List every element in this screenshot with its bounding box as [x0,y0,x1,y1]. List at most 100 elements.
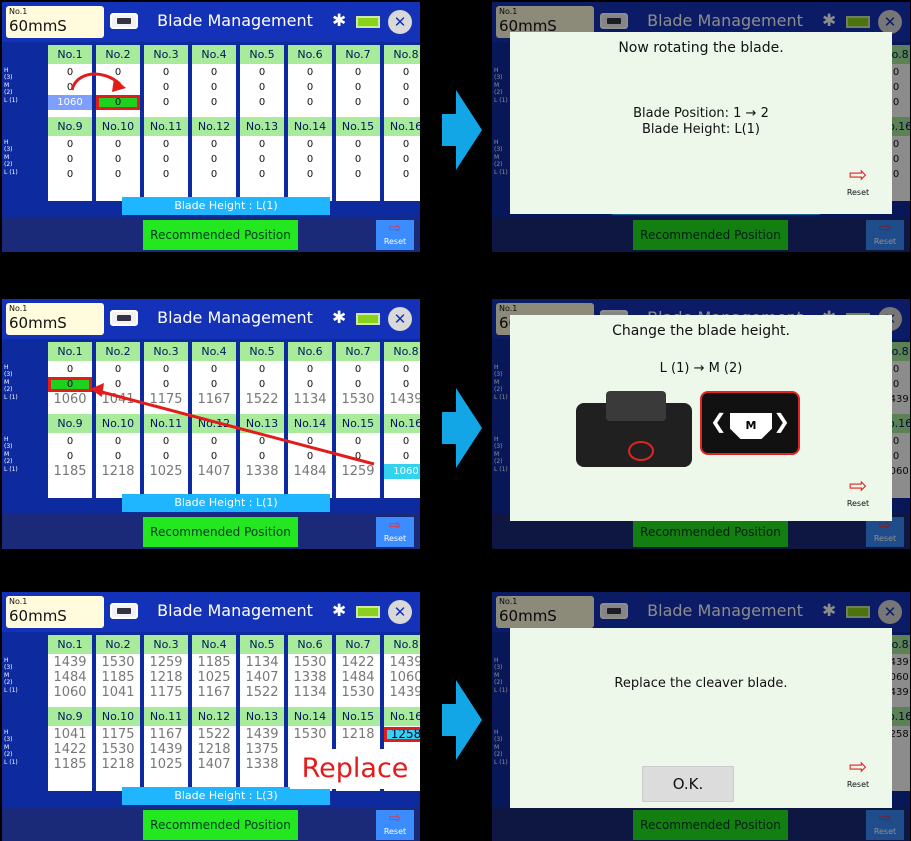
row-label: L (1) [4,759,18,766]
column-header: No.8 [384,635,420,654]
blade-cell[interactable]: 1134 [288,685,332,700]
reset-label: Reset [383,827,407,836]
blade-position: Blade Position: 1 → 2 [633,106,769,121]
row-label: L (1) [4,687,18,694]
panel-2: No.160mmSBlade Management✱✕No.1000No.200… [492,2,910,252]
blade-cell[interactable]: 1175 [144,685,188,700]
blade-cell[interactable]: 1259 [144,655,188,670]
blade-cell[interactable]: 1025 [144,757,188,772]
blade-cell[interactable]: 1338 [240,757,284,772]
blade-cell[interactable]: 1025 [192,670,236,685]
blade-cell[interactable]: 1522 [192,727,236,742]
page-title: Blade Management [157,601,313,620]
blade-cell[interactable]: 1218 [144,670,188,685]
reset-label: Reset [846,188,870,197]
blade-cell[interactable]: 1338 [288,670,332,685]
blade-management-tutorial: No.1 60mmS Blade Management ✱ ✕ No.1 0 0 1060 No.… [0,0,911,841]
blade-cell[interactable]: 1422 [336,655,380,670]
rotating-dialog: Now rotating the blade. Blade Position: 1… [510,32,892,214]
chevron-right-icon: ❯ [773,409,790,433]
column-header: No.12 [192,707,236,726]
blade-column: No.9104114221185 [48,707,92,791]
panel-3: No.1 60mmS Blade Management ✱ ✕ No.1 0 0 1060 No.… [2,299,420,549]
blade-cell[interactable]: 1185 [192,655,236,670]
battery-icon [356,606,380,618]
blade-cell[interactable]: 1060 [384,670,420,685]
column-header: No.15 [336,707,380,726]
blade-cell[interactable]: 1530 [96,742,140,757]
blade-cell[interactable]: 1530 [288,655,332,670]
close-button[interactable]: ✕ [388,600,412,624]
next-step-arrow [442,90,482,170]
blade-cell[interactable]: 1258 [384,727,420,742]
blade-cell[interactable]: 1530 [96,655,140,670]
recommended-position-button[interactable]: Recommended Position [143,810,298,840]
reset-icon: ⇨ [848,163,868,188]
panel-5: No.1 60mmS Blade Management ✱ ✕ No.1 1439 1484 1… [2,592,420,841]
reset-label: Reset [846,780,870,789]
replace-dialog: Replace the cleaver blade. O.K. ⇨ Reset [510,628,892,808]
blade-cell[interactable]: 1167 [192,685,236,700]
blade-cell[interactable]: 1522 [240,685,284,700]
replace-label: Replace [290,749,420,789]
height-selector-zoom: ❮ M ❯ [700,391,800,455]
ok-button[interactable]: O.K. [642,766,734,802]
machine-top [606,391,666,421]
column-header: No.1 [48,635,92,654]
column-header: No.6 [288,635,332,654]
blade-cell[interactable]: 1175 [96,727,140,742]
blade-cell[interactable]: 1134 [240,655,284,670]
mode-number: No.1 [9,597,28,606]
chevron-left-icon: ❮ [710,409,727,433]
blade-column: No.12152212181407 [192,707,236,791]
blade-cell[interactable]: 1041 [48,727,92,742]
dialog-message: Now rotating the blade. [618,40,784,56]
blade-cell[interactable]: 1218 [96,757,140,772]
reset-button[interactable]: ⇨ Reset [376,810,414,840]
blade-cell[interactable]: 1407 [240,670,284,685]
blade-cell[interactable]: 1439 [384,655,420,670]
height-m-label: M [730,413,772,439]
blade-cell[interactable]: 1439 [384,685,420,700]
blade-cell[interactable]: 1530 [288,727,332,742]
dialog-reset-button[interactable]: ⇨ Reset [840,475,876,509]
next-step-arrow [442,680,482,760]
blade-cell[interactable]: 1060 [48,685,92,700]
blade-cell[interactable]: 1530 [336,685,380,700]
blade-cell[interactable]: 1484 [336,670,380,685]
column-header: No.13 [240,707,284,726]
column-header: No.2 [96,635,140,654]
mode-selector[interactable]: No.160mmS [6,596,104,628]
blade-cell[interactable]: 1041 [96,685,140,700]
blade-cell[interactable]: 1185 [48,757,92,772]
blade-column: No.10117515301218 [96,707,140,791]
dialog-reset-button[interactable]: ⇨ Reset [840,163,876,198]
blade-height: Blade Height: L(1) [641,122,761,137]
reset-icon: ⇨ [848,755,868,780]
blade-cell[interactable]: 1218 [192,742,236,757]
blade-cell[interactable]: 1167 [144,727,188,742]
dialog-message: Change the blade height. [612,323,790,339]
reset-icon: ⇨ [388,809,402,827]
blade-cell[interactable]: 1484 [48,670,92,685]
panel-1: No.1 60mmS Blade Management ✱ ✕ No.1 0 0 1060 No.… [2,2,420,252]
blade-cell[interactable]: 1185 [96,670,140,685]
reset-label: Reset [846,499,870,508]
blade-cell[interactable]: 1439 [144,742,188,757]
blade-cell[interactable]: 1375 [240,742,284,757]
blade-height-label: Blade Height : L(3) [122,787,330,805]
dialog-reset-button[interactable]: ⇨ Reset [840,755,876,790]
row-label: M (2) [4,744,13,758]
blade-cell[interactable]: 1407 [192,757,236,772]
blade-cell[interactable]: 1422 [48,742,92,757]
blade-cell[interactable]: 1218 [336,727,380,742]
rotate-arrow [70,72,126,92]
blade-cell[interactable]: 1439 [48,655,92,670]
column-header: No.16 [384,707,420,726]
dialog-message: Replace the cleaver blade. [614,676,788,691]
blade-column: No.11116714391025 [144,707,188,791]
next-step-arrow [442,388,482,468]
blade-cell[interactable]: 1439 [240,727,284,742]
row-label: H (3) [4,729,13,743]
mode-name: 60mmS [9,607,67,625]
